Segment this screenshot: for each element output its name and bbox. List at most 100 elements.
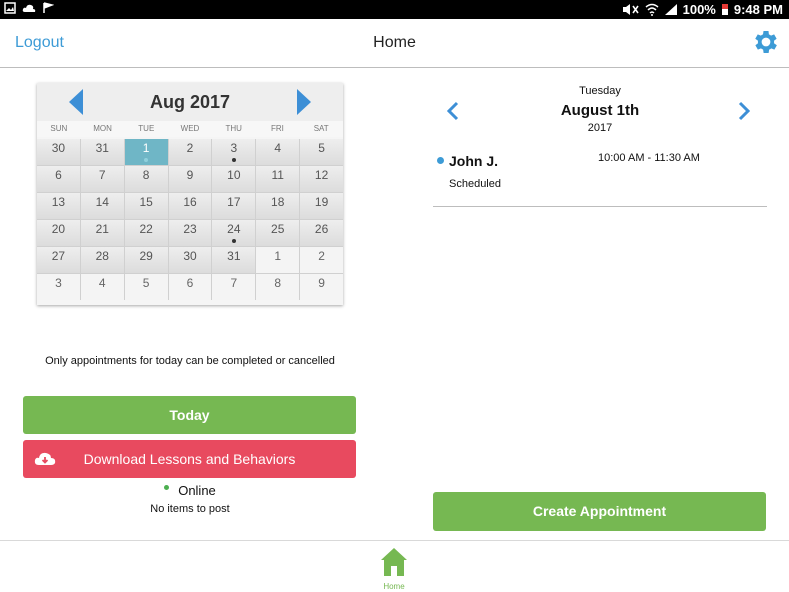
cloud-notification-icon <box>22 4 36 12</box>
calendar-day[interactable]: 23 <box>168 220 212 246</box>
calendar-day[interactable]: 2 <box>300 247 343 273</box>
calendar-day[interactable]: 18 <box>256 193 300 219</box>
calendar-day-number: 12 <box>314 168 329 182</box>
download-lessons-button[interactable]: Download Lessons and Behaviors <box>23 440 356 478</box>
calendar-day-number: 23 <box>183 222 197 236</box>
calendar-day[interactable]: 21 <box>80 220 124 246</box>
appointment-notice: Only appointments for today can be compl… <box>45 355 335 367</box>
calendar-day-number: 20 <box>51 222 66 236</box>
calendar-day[interactable]: 8 <box>124 166 168 192</box>
calendar-day[interactable]: 27 <box>37 247 80 273</box>
calendar-grid: 30 31 1 2 3 4 5 6 7 8 9 10 11 12 13 14 15 16 17 18 19 20 21 22 2… <box>37 139 343 300</box>
calendar-day-number: 29 <box>139 249 153 263</box>
selected-date: August 1th <box>560 102 640 119</box>
calendar-day-number: 3 <box>55 276 62 290</box>
calendar-day[interactable]: 8 <box>256 274 300 300</box>
weekday-label: THU <box>225 124 242 133</box>
calendar-day[interactable]: 15 <box>124 193 168 219</box>
calendar-day-number: 11 <box>271 168 284 182</box>
post-status: No items to post <box>150 503 230 515</box>
calendar-day[interactable]: 1 <box>256 247 300 273</box>
calendar-day[interactable]: 12 <box>300 166 343 192</box>
month-calendar: Aug 2017 SUN MON TUE WED THU FRI SAT 30 31 1 2 3 4 5… <box>37 83 343 305</box>
calendar-day-number: 5 <box>318 141 325 155</box>
appointment-item[interactable]: John J. 10:00 AM - 11:30 AM Scheduled <box>433 148 767 207</box>
flag-notification-icon <box>43 2 54 13</box>
calendar-day[interactable]: 19 <box>300 193 343 219</box>
battery-icon <box>721 4 728 15</box>
calendar-day[interactable]: 9 <box>168 166 212 192</box>
calendar-day[interactable]: 11 <box>256 166 300 192</box>
calendar-day-number: 8 <box>274 276 282 290</box>
bottom-navigation: Home <box>0 540 789 592</box>
calendar-day[interactable]: 30 <box>37 139 80 165</box>
calendar-day-number: 4 <box>274 141 282 155</box>
gear-icon[interactable] <box>751 27 781 57</box>
calendar-day-number: 7 <box>230 276 238 290</box>
next-day-icon[interactable] <box>738 101 750 121</box>
home-icon <box>381 548 407 576</box>
calendar-day[interactable]: 5 <box>300 139 343 165</box>
today-button[interactable]: Today <box>23 396 356 434</box>
calendar-day-number: 3 <box>230 141 238 155</box>
calendar-day[interactable]: 3 <box>37 274 80 300</box>
calendar-day[interactable]: 10 <box>212 166 256 192</box>
next-month-icon[interactable] <box>297 89 311 115</box>
calendar-day[interactable]: 4 <box>80 274 124 300</box>
calendar-day[interactable]: 28 <box>80 247 124 273</box>
calendar-day[interactable]: 31 <box>212 247 256 273</box>
calendar-day[interactable]: 5 <box>124 274 168 300</box>
calendar-day[interactable]: 31 <box>80 139 124 165</box>
calendar-day[interactable]: 13 <box>37 193 80 219</box>
calendar-day[interactable]: 9 <box>300 274 343 300</box>
calendar-day-number: 30 <box>51 141 66 155</box>
calendar-day[interactable]: 7 <box>80 166 124 192</box>
calendar-day[interactable]: 29 <box>124 247 168 273</box>
calendar-day[interactable]: 30 <box>168 247 212 273</box>
calendar-day-number: 2 <box>318 249 325 263</box>
calendar-day-number: 31 <box>95 141 109 155</box>
calendar-day-number: 14 <box>95 195 109 209</box>
nav-tab-home[interactable]: Home <box>374 544 414 591</box>
calendar-day[interactable]: 20 <box>37 220 80 246</box>
calendar-day-number: 10 <box>227 168 241 182</box>
appointment-marker-icon <box>231 158 236 162</box>
calendar-day[interactable]: 2 <box>168 139 212 165</box>
calendar-day[interactable]: 4 <box>256 139 300 165</box>
create-appointment-button[interactable]: Create Appointment <box>433 492 766 531</box>
calendar-day-number: 8 <box>142 168 150 182</box>
download-lessons-label: Download Lessons and Behaviors <box>83 451 296 467</box>
calendar-day-number: 18 <box>271 195 285 209</box>
weekday-label: MON <box>93 124 112 133</box>
connection-status: Online <box>0 483 380 498</box>
calendar-day[interactable]: 26 <box>300 220 343 246</box>
calendar-day[interactable]: 24 <box>212 220 256 246</box>
weekday-label: WED <box>180 124 200 133</box>
calendar-day[interactable]: 7 <box>212 274 256 300</box>
app-root: 100% 9:48 PM Logout Home Aug 2017 SUN MON… <box>0 0 789 592</box>
calendar-day[interactable]: 25 <box>256 220 300 246</box>
weekday-label: SUN <box>50 124 68 133</box>
calendar-day-selected[interactable]: 1 <box>124 139 168 165</box>
calendar-day[interactable]: 3 <box>212 139 256 165</box>
calendar-day[interactable]: 14 <box>80 193 124 219</box>
page-title: Home <box>373 34 416 51</box>
selected-year: 2017 <box>587 122 613 134</box>
status-bar: 100% 9:48 PM <box>0 0 789 19</box>
weekday-label: SAT <box>313 124 329 133</box>
calendar-day-number: 17 <box>227 195 241 209</box>
appointment-client-name: John J. <box>449 153 499 169</box>
calendar-day[interactable]: 16 <box>168 193 212 219</box>
battery-percent: 100% <box>682 2 716 17</box>
calendar-day-number: 16 <box>183 195 197 209</box>
calendar-day[interactable]: 17 <box>212 193 256 219</box>
calendar-day-number: 22 <box>139 222 153 236</box>
clock: 9:48 PM <box>733 2 783 17</box>
calendar-day[interactable]: 22 <box>124 220 168 246</box>
notification-icons <box>4 2 54 14</box>
weekday-label: FRI <box>271 124 284 133</box>
calendar-day-number: 31 <box>227 249 241 263</box>
calendar-day-number: 25 <box>271 222 285 236</box>
calendar-day[interactable]: 6 <box>37 166 80 192</box>
calendar-day[interactable]: 6 <box>168 274 212 300</box>
